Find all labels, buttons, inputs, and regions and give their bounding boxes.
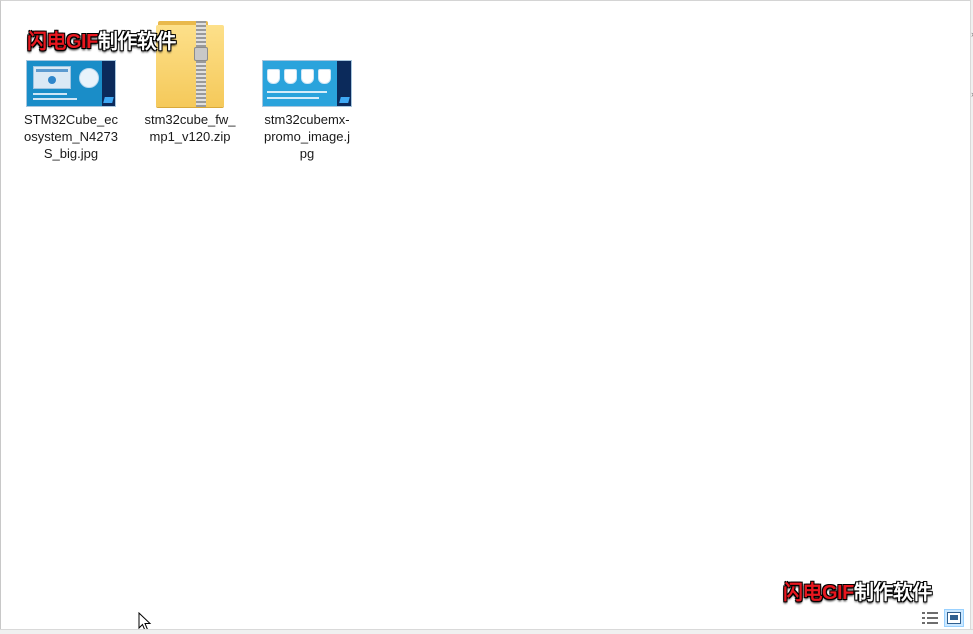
image-thumbnail-icon — [26, 60, 116, 107]
watermark-bottom: 闪电GIF制作软件 — [783, 582, 932, 604]
file-name-label: stm32cubemx- promo_image.j pg — [264, 112, 350, 161]
file-item-stm32cubemx-promo[interactable]: stm32cubemx- promo_image.j pg — [259, 15, 355, 162]
large-icons-view-button[interactable] — [944, 609, 964, 627]
file-name-label: stm32cube_fw_ mp1_v120.zip — [144, 112, 236, 144]
image-thumbnail-icon — [262, 60, 352, 107]
details-view-icon — [922, 612, 938, 624]
window-bottom-edge — [0, 629, 973, 634]
explorer-content-pane[interactable]: STM32Cube_ec osystem_N4273 S_big.jpg stm… — [0, 0, 973, 634]
details-view-button[interactable] — [920, 609, 940, 627]
large-icons-view-icon — [947, 612, 961, 624]
watermark-top: 闪电GIF制作软件 — [27, 31, 176, 53]
file-name-label: STM32Cube_ec osystem_N4273 S_big.jpg — [24, 112, 118, 161]
